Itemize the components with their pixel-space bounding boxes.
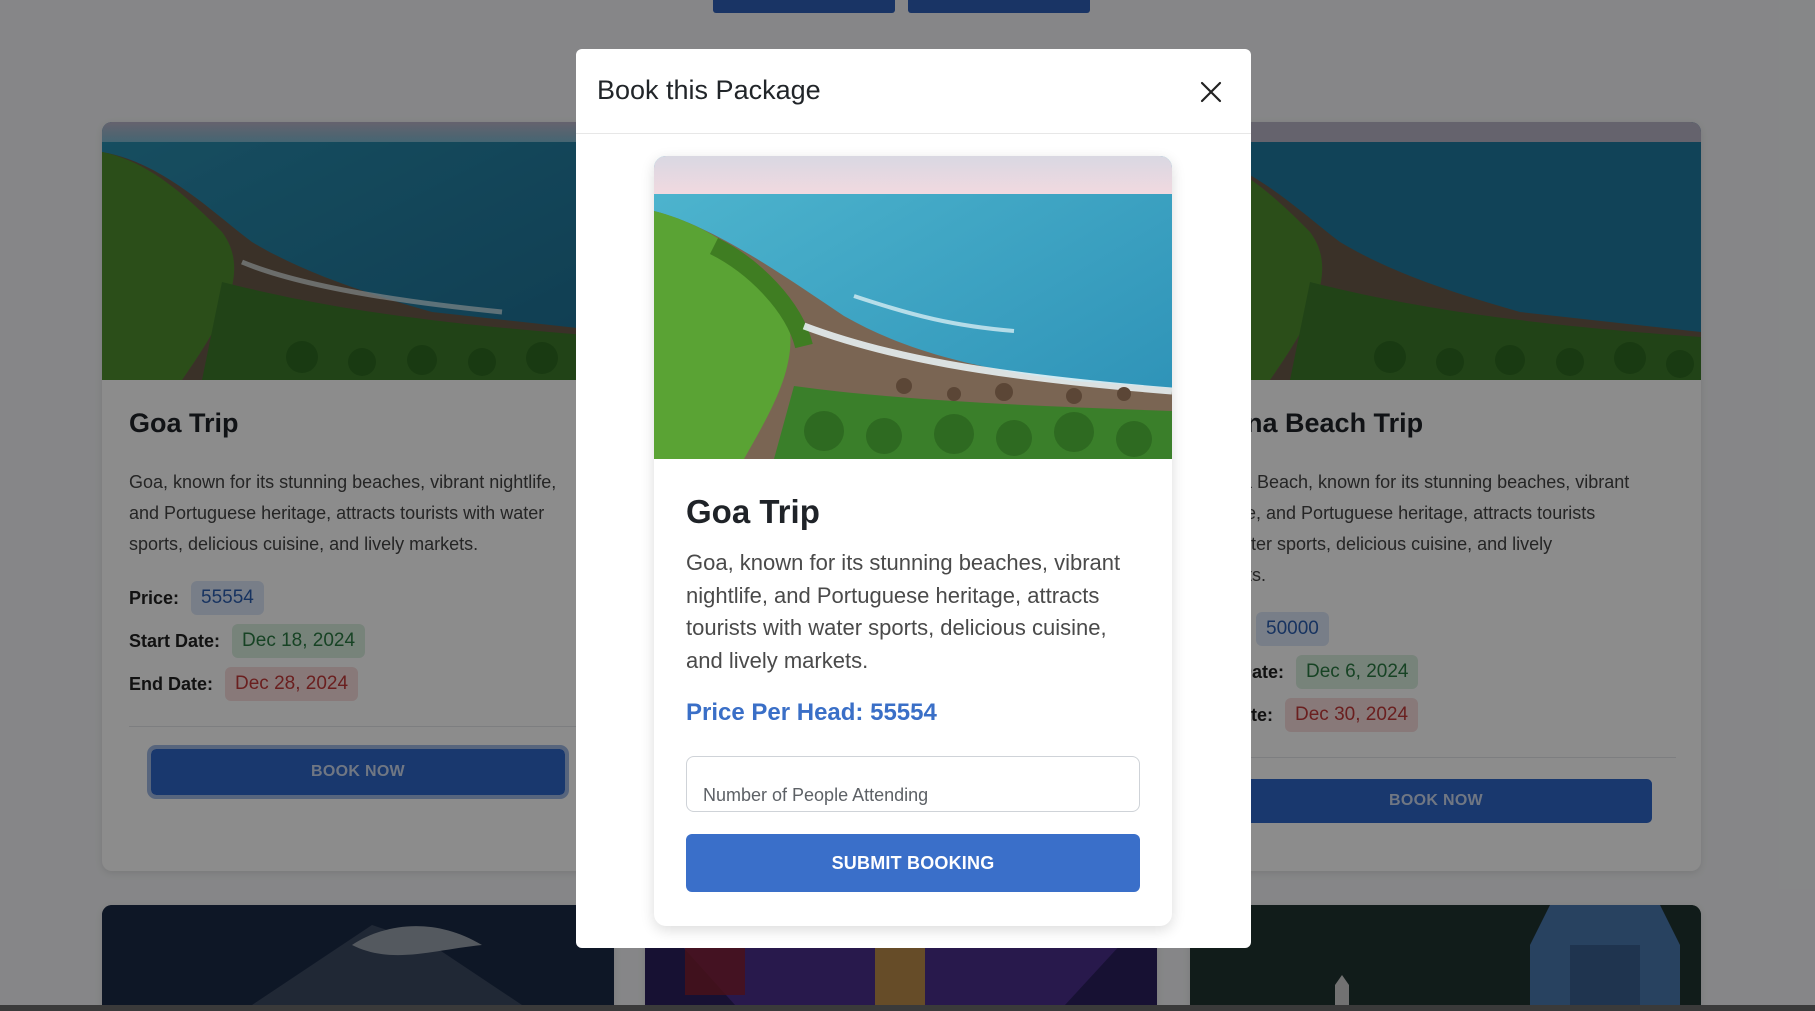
package-detail-card: Goa Trip Goa, known for its stunning bea… (654, 156, 1172, 926)
modal-header: Book this Package (576, 49, 1251, 134)
booking-modal: Book this Package Goa Trip Goa, known fo… (576, 49, 1251, 948)
package-image (654, 156, 1172, 459)
close-button[interactable] (1194, 75, 1228, 109)
bottom-edge (0, 1005, 1815, 1011)
people-attending-input[interactable] (686, 756, 1140, 812)
modal-title: Book this Package (597, 75, 821, 105)
submit-booking-button[interactable]: SUBMIT BOOKING (686, 834, 1140, 892)
close-icon (1200, 81, 1222, 103)
price-per-head: Price Per Head: 55554 (686, 699, 937, 726)
package-description: Goa, known for its stunning beaches, vib… (686, 550, 1121, 673)
package-title: Goa Trip (686, 493, 820, 530)
